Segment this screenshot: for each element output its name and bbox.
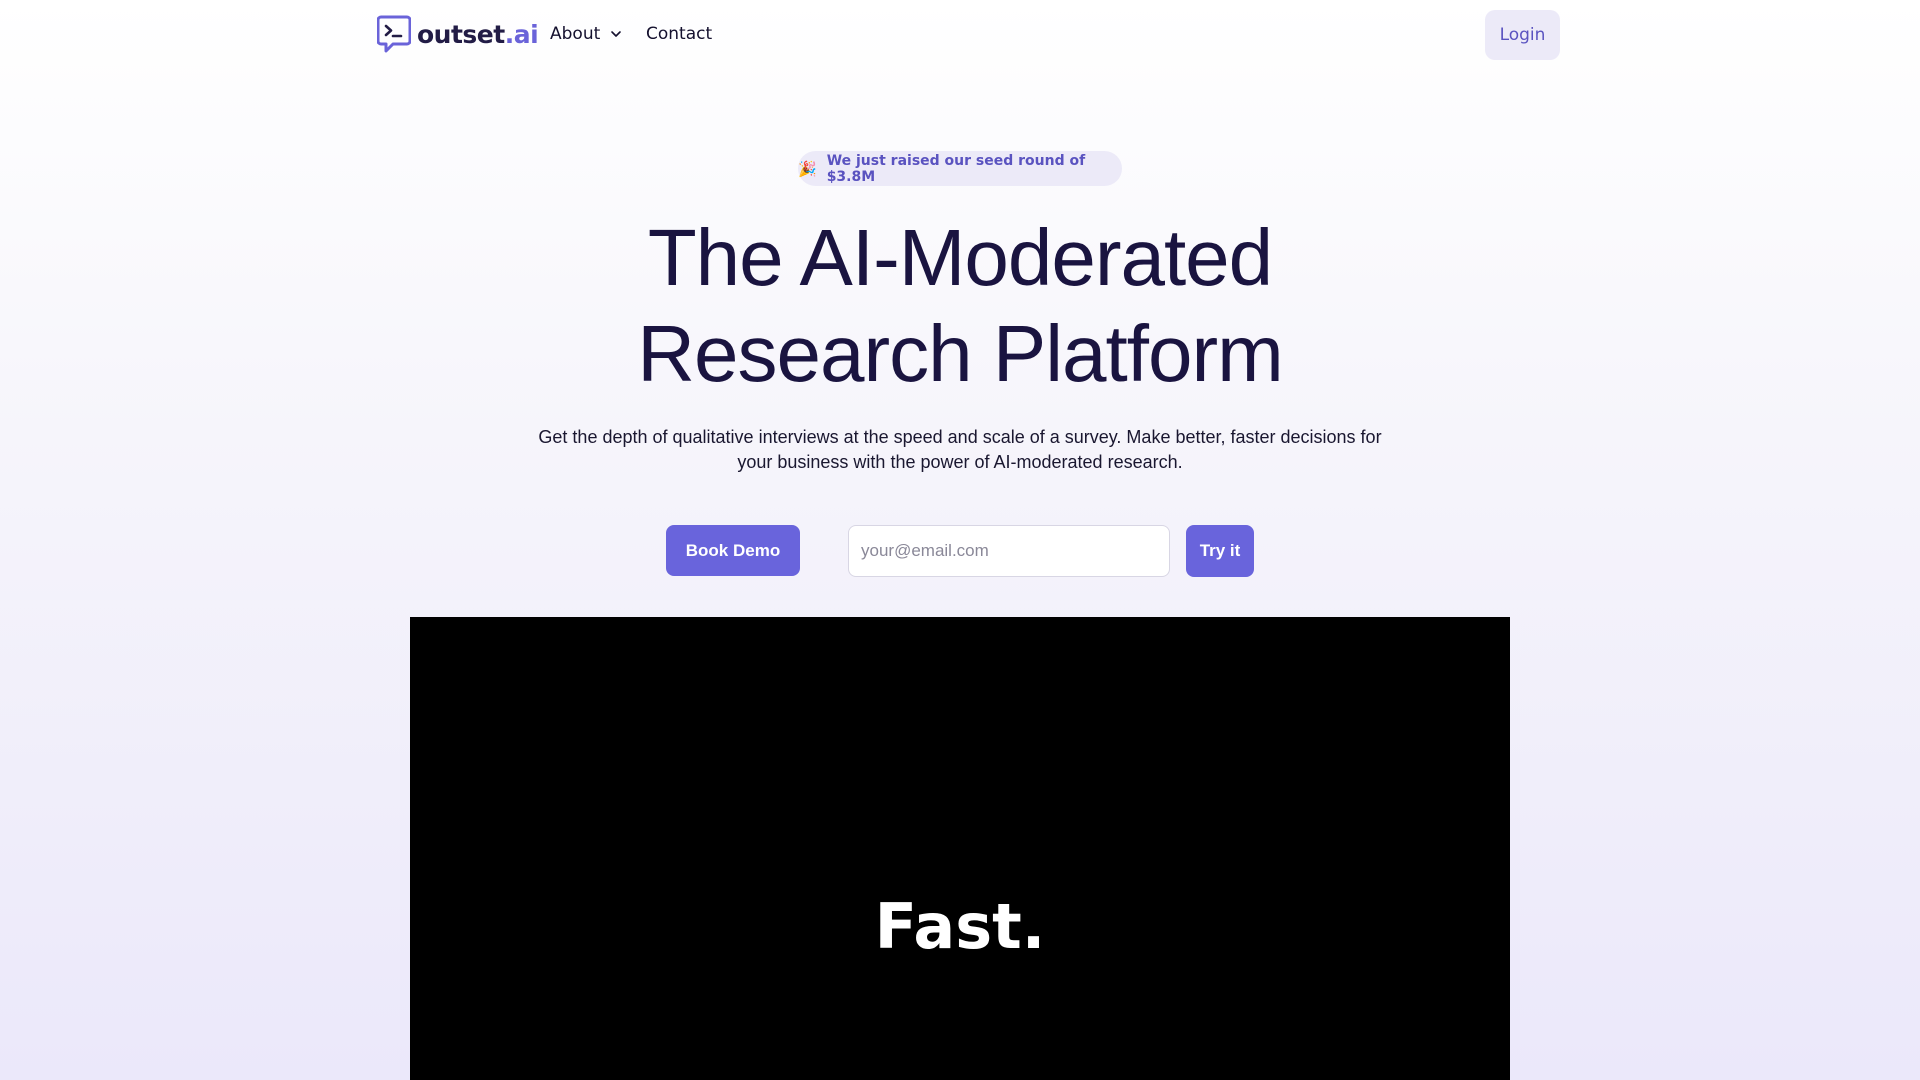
nav-about-label: About: [550, 24, 601, 44]
logo-name: outset: [417, 19, 505, 49]
video-caption: Fast.: [874, 890, 1046, 963]
email-input[interactable]: [848, 525, 1170, 577]
chat-terminal-logo-icon: [377, 15, 411, 53]
demo-video[interactable]: Fast.: [410, 617, 1510, 1080]
logo-wordmark: outset.ai: [417, 19, 539, 49]
party-popper-icon: 🎉: [798, 159, 817, 178]
announcement-pill[interactable]: 🎉 We just raised our seed round of $3.8M: [798, 151, 1122, 186]
book-demo-button[interactable]: Book Demo: [666, 525, 800, 576]
hero-title: The AI-Moderated Research Platform: [0, 210, 1920, 402]
hero-subtitle: Get the depth of qualitative interviews …: [538, 427, 1382, 472]
nav-contact[interactable]: Contact: [646, 24, 712, 44]
logo-tld: .ai: [504, 19, 539, 49]
top-nav: outset.ai About Contact Login: [0, 0, 1920, 70]
nav-about[interactable]: About: [550, 24, 622, 44]
hero-title-line1: The AI-Moderated: [647, 213, 1273, 302]
login-button[interactable]: Login: [1485, 10, 1560, 60]
hero-title-line2: Research Platform: [637, 309, 1283, 398]
try-it-button[interactable]: Try it: [1186, 525, 1254, 577]
logo[interactable]: outset.ai: [377, 15, 539, 53]
announcement-text: We just raised our seed round of $3.8M: [826, 152, 1086, 185]
chevron-down-icon: [611, 31, 622, 37]
